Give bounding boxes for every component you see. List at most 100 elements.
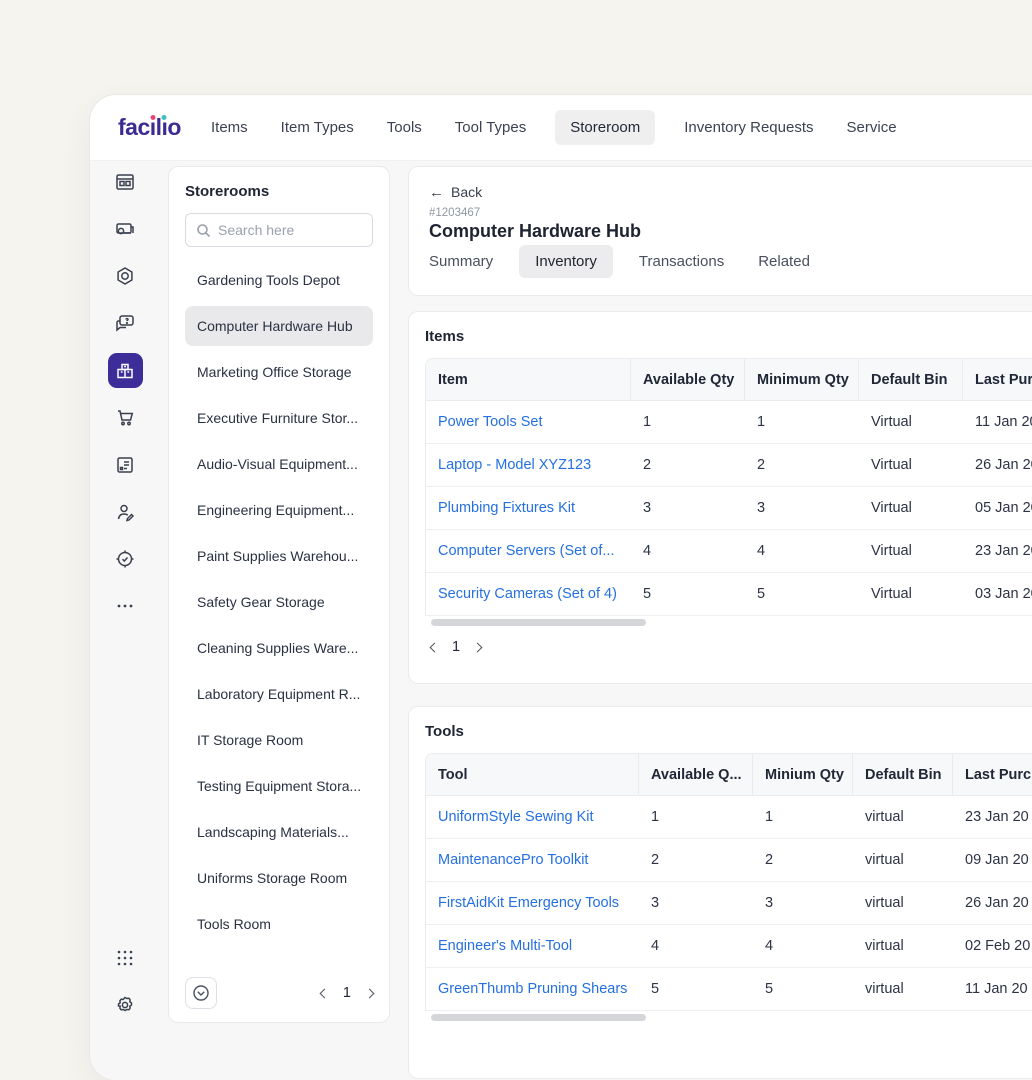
- collapse-panel-button[interactable]: [185, 977, 217, 1009]
- storeroom-box-icon[interactable]: [108, 353, 143, 388]
- settings-gear-icon[interactable]: [90, 994, 160, 1016]
- nav-item-item-types[interactable]: Item Types: [281, 119, 354, 136]
- nav-item-items[interactable]: Items: [211, 119, 248, 136]
- available-qty-cell: 1: [631, 401, 745, 444]
- tab-inventory[interactable]: Inventory: [519, 245, 613, 278]
- service-gear-check-icon[interactable]: [108, 547, 142, 571]
- hscrollbar-thumb[interactable]: [431, 619, 646, 626]
- available-qty-cell: 3: [639, 882, 753, 925]
- storeroom-list-item[interactable]: Landscaping Materials...: [185, 812, 373, 852]
- storeroom-list-item-selected[interactable]: Computer Hardware Hub: [185, 306, 373, 346]
- tab-related[interactable]: Related: [758, 253, 810, 270]
- table-row: Computer Servers (Set of... 4 4 Virtual …: [425, 530, 1032, 573]
- last-purchased-cell: 03 Jan 20: [963, 573, 1032, 616]
- tool-link[interactable]: UniformStyle Sewing Kit: [425, 796, 639, 839]
- storeroom-list-item[interactable]: Marketing Office Storage: [185, 352, 373, 392]
- storeroom-list-item[interactable]: Cleaning Supplies Ware...: [185, 628, 373, 668]
- nav-item-tool-types[interactable]: Tool Types: [455, 119, 526, 136]
- procurement-cart-icon[interactable]: [108, 406, 142, 430]
- storeroom-list-item[interactable]: Tools Room: [185, 904, 373, 944]
- devices-icon[interactable]: [108, 217, 142, 241]
- prev-page-icon[interactable]: [430, 642, 440, 652]
- storeroom-list-item[interactable]: Laboratory Equipment R...: [185, 674, 373, 714]
- last-purchased-cell: 11 Jan 20: [963, 401, 1032, 444]
- items-section-card: Items Item Available Qty Minimum Qty Def…: [408, 311, 1032, 684]
- item-link[interactable]: Power Tools Set: [425, 401, 631, 444]
- items-table-hscrollbar: [425, 619, 1032, 626]
- last-purchased-cell: 11 Jan 20: [953, 968, 1032, 1011]
- available-qty-cell: 1: [639, 796, 753, 839]
- table-row: UniformStyle Sewing Kit 1 1 virtual 23 J…: [425, 796, 1032, 839]
- back-label: Back: [451, 184, 482, 200]
- top-navigation: facılıo Items Item Types Tools Tool Type…: [90, 95, 1032, 160]
- minimum-qty-cell: 5: [753, 968, 853, 1011]
- minimum-qty-cell: 2: [753, 839, 853, 882]
- items-table-header-row: Item Available Qty Minimum Qty Default B…: [425, 358, 1032, 401]
- minimum-qty-cell: 1: [753, 796, 853, 839]
- column-header-available-qty: Available Q...: [639, 753, 753, 796]
- tab-summary[interactable]: Summary: [429, 253, 493, 270]
- table-row: FirstAidKit Emergency Tools 3 3 virtual …: [425, 882, 1032, 925]
- storeroom-list-item[interactable]: Audio-Visual Equipment...: [185, 444, 373, 484]
- nav-item-storeroom[interactable]: Storeroom: [555, 110, 655, 145]
- logo-text-part: o: [167, 114, 181, 141]
- nav-item-tools[interactable]: Tools: [387, 119, 422, 136]
- item-link[interactable]: Security Cameras (Set of 4): [425, 573, 631, 616]
- purchase-form-icon[interactable]: [108, 453, 142, 477]
- icon-rail: [90, 161, 160, 1080]
- last-purchased-cell: 05 Jan 20: [963, 487, 1032, 530]
- available-qty-cell: 5: [639, 968, 753, 1011]
- storeroom-list-item[interactable]: Executive Furniture Stor...: [185, 398, 373, 438]
- tools-table: Tool Available Q... Minium Qty Default B…: [425, 753, 1032, 1011]
- facilio-logo[interactable]: facılıo: [118, 114, 181, 141]
- next-page-icon[interactable]: [365, 988, 375, 998]
- items-section-title: Items: [425, 328, 1032, 345]
- nav-item-inventory-requests[interactable]: Inventory Requests: [684, 119, 813, 136]
- prev-page-icon[interactable]: [319, 988, 329, 998]
- column-header-last-purchased: Last Purc: [963, 358, 1032, 401]
- tool-link[interactable]: FirstAidKit Emergency Tools: [425, 882, 639, 925]
- content-area: Storerooms Gardening Tools Depot Compute…: [90, 160, 1032, 1080]
- asset-gear-icon[interactable]: [108, 264, 142, 288]
- column-header-tool: Tool: [425, 753, 639, 796]
- more-ellipsis-icon[interactable]: [108, 594, 142, 618]
- available-qty-cell: 2: [639, 839, 753, 882]
- hscrollbar-thumb[interactable]: [431, 1014, 646, 1021]
- nav-item-service[interactable]: Service: [847, 119, 897, 136]
- back-button[interactable]: ← Back: [429, 184, 482, 200]
- storerooms-list: Gardening Tools Depot Computer Hardware …: [185, 260, 373, 944]
- storeroom-list-item[interactable]: Gardening Tools Depot: [185, 260, 373, 300]
- dashboard-icon[interactable]: [108, 170, 142, 194]
- tools-section-card: Tools Tool Available Q... Minium Qty Def…: [408, 706, 1032, 1079]
- storerooms-search-input[interactable]: [218, 222, 362, 238]
- tools-section-title: Tools: [425, 723, 1032, 740]
- storerooms-panel-title: Storerooms: [185, 183, 373, 200]
- storeroom-list-item[interactable]: Paint Supplies Warehou...: [185, 536, 373, 576]
- storeroom-list-item[interactable]: Safety Gear Storage: [185, 582, 373, 622]
- tab-transactions[interactable]: Transactions: [639, 253, 724, 270]
- minimum-qty-cell: 2: [745, 444, 859, 487]
- column-header-available-qty: Available Qty: [631, 358, 745, 401]
- tools-table-hscrollbar: [425, 1014, 1032, 1021]
- tool-link[interactable]: Engineer's Multi-Tool: [425, 925, 639, 968]
- item-link[interactable]: Plumbing Fixtures Kit: [425, 487, 631, 530]
- storeroom-list-item[interactable]: Engineering Equipment...: [185, 490, 373, 530]
- next-page-icon[interactable]: [473, 642, 483, 652]
- tool-link[interactable]: GreenThumb Pruning Shears: [425, 968, 639, 1011]
- item-link[interactable]: Computer Servers (Set of...: [425, 530, 631, 573]
- column-header-default-bin: Default Bin: [859, 358, 963, 401]
- vendor-person-icon[interactable]: [108, 500, 142, 524]
- logo-text-part: fac: [118, 114, 150, 141]
- default-bin-cell: virtual: [853, 839, 953, 882]
- item-link[interactable]: Laptop - Model XYZ123: [425, 444, 631, 487]
- current-page[interactable]: 1: [452, 639, 460, 655]
- apps-grid-icon[interactable]: [90, 947, 160, 969]
- requests-chat-icon[interactable]: [108, 311, 142, 335]
- table-row: Power Tools Set 1 1 Virtual 11 Jan 20: [425, 401, 1032, 444]
- storeroom-list-item[interactable]: IT Storage Room: [185, 720, 373, 760]
- current-page[interactable]: 1: [343, 985, 351, 1001]
- available-qty-cell: 2: [631, 444, 745, 487]
- storeroom-list-item[interactable]: Testing Equipment Stora...: [185, 766, 373, 806]
- tool-link[interactable]: MaintenancePro Toolkit: [425, 839, 639, 882]
- storeroom-list-item[interactable]: Uniforms Storage Room: [185, 858, 373, 898]
